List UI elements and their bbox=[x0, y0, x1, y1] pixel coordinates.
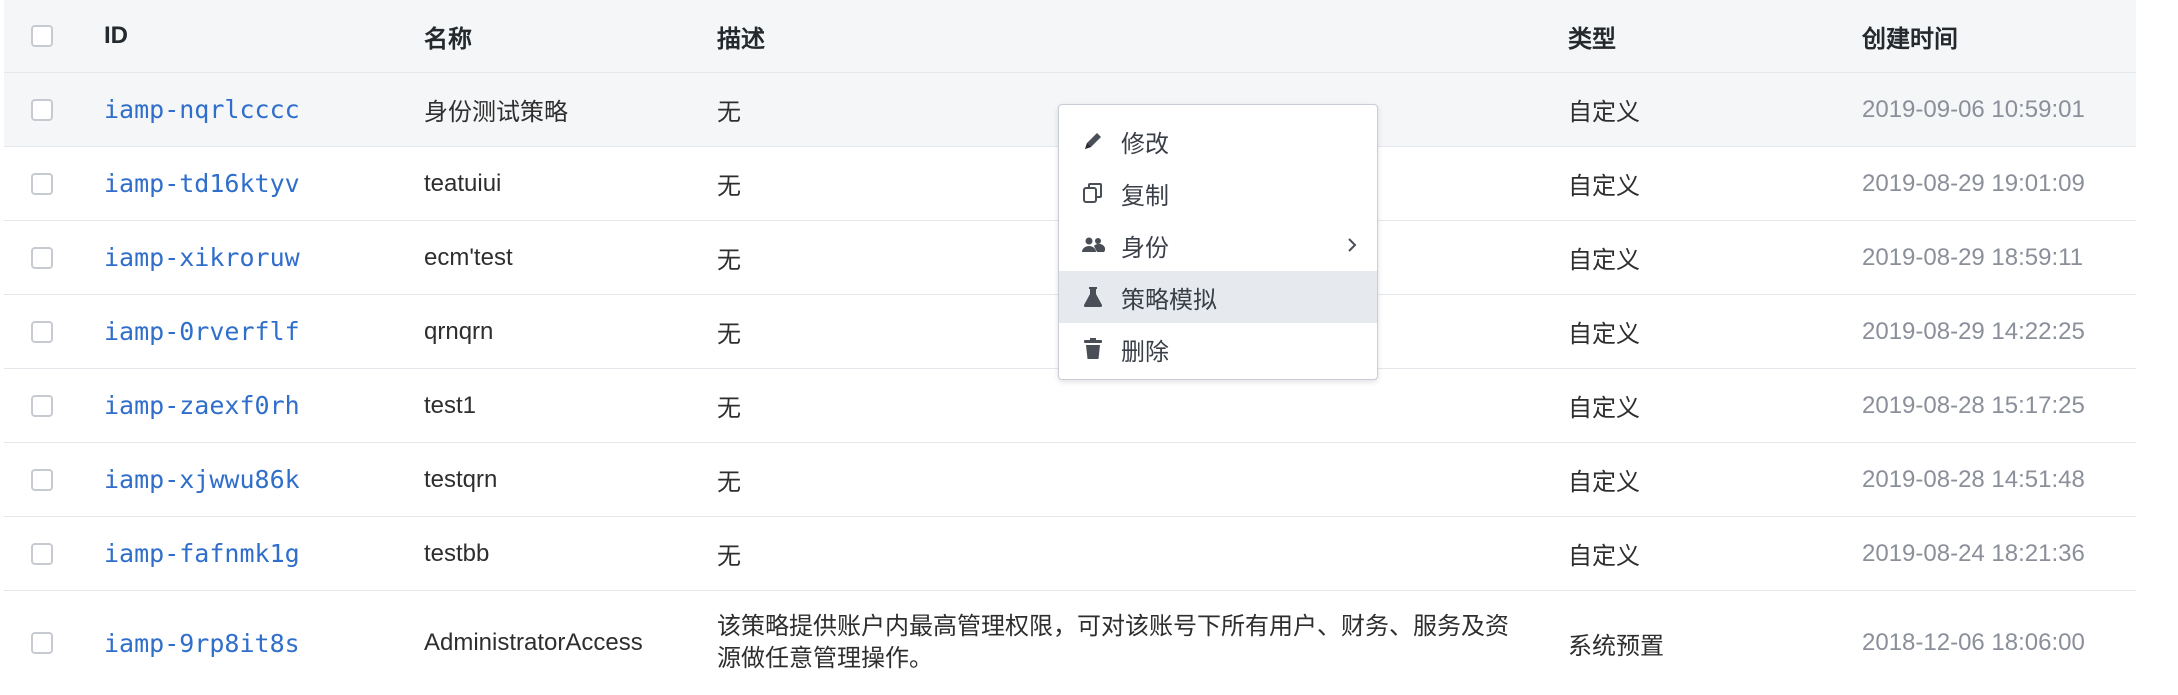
time-cell: 2019-08-28 14:51:48 bbox=[1862, 465, 2085, 493]
name-cell: qrnqrn bbox=[424, 317, 494, 345]
name-cell: teatuiui bbox=[424, 169, 502, 197]
row-checkbox-cell bbox=[31, 147, 53, 220]
flask-icon bbox=[1081, 285, 1105, 309]
id-cell: iamp-0rverflf bbox=[104, 295, 300, 368]
row-checkbox[interactable] bbox=[31, 394, 53, 417]
id-cell: iamp-fafnmk1g bbox=[104, 517, 300, 590]
desc-cell: 无 bbox=[717, 247, 741, 274]
chevron-right-icon bbox=[1345, 219, 1359, 271]
copy-icon bbox=[1081, 181, 1105, 205]
name-cell: testbb bbox=[424, 539, 490, 567]
row-checkbox[interactable] bbox=[31, 246, 53, 269]
menu-item-delete[interactable]: 删除 bbox=[1059, 323, 1377, 375]
desc-cell: 该策略提供账户内最高管理权限，可对该账号下所有用户、财务、服务及资源做任意管理操… bbox=[717, 591, 1517, 695]
policy-id-link[interactable]: iamp-xikroruw bbox=[104, 243, 300, 272]
row-checkbox[interactable] bbox=[31, 172, 53, 195]
time-cell: 2019-08-24 18:21:36 bbox=[1862, 539, 2085, 567]
id-cell: iamp-zaexf0rh bbox=[104, 369, 300, 442]
select-all-checkbox[interactable] bbox=[31, 25, 53, 47]
policy-id-link[interactable]: iamp-9rp8it8s bbox=[104, 629, 300, 658]
name-cell: testqrn bbox=[424, 465, 498, 493]
row-checkbox[interactable] bbox=[31, 632, 53, 654]
policy-id-link[interactable]: iamp-nqrlcccc bbox=[104, 95, 300, 124]
id-cell: iamp-nqrlcccc bbox=[104, 73, 300, 146]
time-cell: 2019-08-29 18:59:11 bbox=[1862, 243, 2084, 271]
type-cell: 自定义 bbox=[1568, 395, 1640, 422]
type-cell: 自定义 bbox=[1568, 543, 1640, 570]
menu-item-label: 删除 bbox=[1121, 338, 1169, 366]
table-row[interactable]: iamp-xjwwu86k testqrn 无 自定义 2019-08-28 1… bbox=[4, 443, 2136, 517]
row-checkbox-cell bbox=[31, 73, 53, 146]
type-cell: 自定义 bbox=[1568, 469, 1640, 496]
row-checkbox-cell bbox=[31, 369, 53, 442]
desc-cell: 无 bbox=[717, 469, 741, 496]
pencil-icon bbox=[1081, 129, 1105, 153]
name-cell: 身份测试策略 bbox=[424, 99, 568, 126]
type-cell: 自定义 bbox=[1568, 173, 1640, 200]
desc-text: 该策略提供账户内最高管理权限，可对该账号下所有用户、财务、服务及资源做任意管理操… bbox=[717, 613, 1509, 672]
row-checkbox-cell bbox=[31, 443, 53, 516]
header-name: 名称 bbox=[424, 25, 472, 53]
menu-item-policy-simulation[interactable]: 策略模拟 bbox=[1059, 271, 1377, 323]
table-header: ID 名称 描述 类型 创建时间 bbox=[4, 0, 2136, 73]
menu-item-identity[interactable]: 身份 bbox=[1059, 219, 1377, 271]
type-cell: 自定义 bbox=[1568, 247, 1640, 274]
menu-item-label: 复制 bbox=[1121, 182, 1169, 210]
id-cell: iamp-xikroruw bbox=[104, 221, 300, 294]
row-checkbox[interactable] bbox=[31, 320, 53, 343]
row-checkbox-cell bbox=[31, 517, 53, 590]
row-checkbox-cell bbox=[31, 591, 53, 695]
desc-cell: 无 bbox=[717, 395, 741, 422]
row-checkbox-cell bbox=[31, 295, 53, 368]
policy-id-link[interactable]: iamp-zaexf0rh bbox=[104, 391, 300, 420]
row-context-menu: 修改 复制 身份 策略模拟 删除 bbox=[1058, 104, 1378, 380]
header-type: 类型 bbox=[1568, 25, 1616, 53]
name-cell: ecm'test bbox=[424, 243, 513, 271]
type-cell: 自定义 bbox=[1568, 99, 1640, 126]
desc-cell: 无 bbox=[717, 99, 741, 126]
time-cell: 2019-09-06 10:59:01 bbox=[1862, 95, 2085, 123]
policy-id-link[interactable]: iamp-fafnmk1g bbox=[104, 539, 300, 568]
policy-id-link[interactable]: iamp-xjwwu86k bbox=[104, 465, 300, 494]
users-icon bbox=[1081, 233, 1105, 257]
time-cell: 2019-08-29 14:22:25 bbox=[1862, 317, 2085, 345]
row-checkbox[interactable] bbox=[31, 468, 53, 491]
menu-item-edit[interactable]: 修改 bbox=[1059, 115, 1377, 167]
id-cell: iamp-9rp8it8s bbox=[104, 591, 300, 695]
menu-item-label: 修改 bbox=[1121, 130, 1169, 158]
time-cell: 2019-08-28 15:17:25 bbox=[1862, 391, 2085, 419]
id-cell: iamp-xjwwu86k bbox=[104, 443, 300, 516]
table-row[interactable]: iamp-zaexf0rh test1 无 自定义 2019-08-28 15:… bbox=[4, 369, 2136, 443]
menu-item-label: 策略模拟 bbox=[1121, 286, 1217, 314]
header-time: 创建时间 bbox=[1862, 25, 1958, 53]
policy-id-link[interactable]: iamp-td16ktyv bbox=[104, 169, 300, 198]
menu-item-copy[interactable]: 复制 bbox=[1059, 167, 1377, 219]
id-cell: iamp-td16ktyv bbox=[104, 147, 300, 220]
row-checkbox[interactable] bbox=[31, 542, 53, 565]
menu-item-label: 身份 bbox=[1121, 234, 1169, 262]
time-cell: 2018-12-06 18:06:00 bbox=[1862, 629, 2085, 656]
type-cell: 系统预置 bbox=[1568, 632, 1664, 660]
desc-cell: 无 bbox=[717, 543, 741, 570]
table-row[interactable]: iamp-fafnmk1g testbb 无 自定义 2019-08-24 18… bbox=[4, 517, 2136, 591]
name-cell: test1 bbox=[424, 391, 477, 419]
header-desc: 描述 bbox=[717, 25, 765, 53]
time-cell: 2019-08-29 19:01:09 bbox=[1862, 169, 2085, 197]
name-cell: AdministratorAccess bbox=[424, 629, 643, 656]
type-cell: 自定义 bbox=[1568, 321, 1640, 348]
desc-cell: 无 bbox=[717, 321, 741, 348]
header-id: ID bbox=[104, 22, 128, 49]
trash-icon bbox=[1081, 337, 1105, 361]
header-checkbox-cell bbox=[31, 0, 53, 72]
row-checkbox-cell bbox=[31, 221, 53, 294]
row-checkbox[interactable] bbox=[31, 98, 53, 121]
table-row[interactable]: iamp-9rp8it8s AdministratorAccess 该策略提供账… bbox=[4, 591, 2136, 695]
desc-cell: 无 bbox=[717, 173, 741, 200]
policy-id-link[interactable]: iamp-0rverflf bbox=[104, 317, 300, 346]
